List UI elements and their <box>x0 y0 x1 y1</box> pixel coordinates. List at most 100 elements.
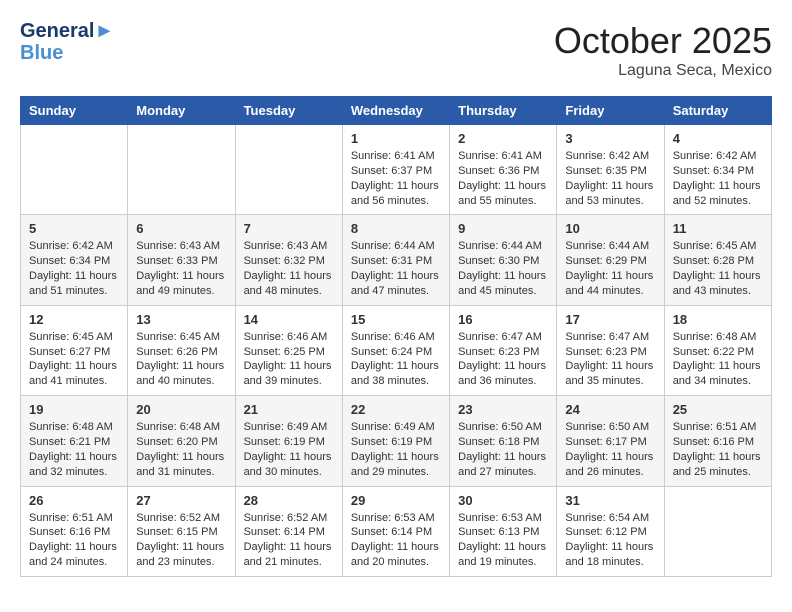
calendar-day-18: 18Sunrise: 6:48 AMSunset: 6:22 PMDayligh… <box>664 305 771 395</box>
day-number: 9 <box>458 221 548 236</box>
logo-text: General► <box>20 20 114 42</box>
day-number: 6 <box>136 221 226 236</box>
day-number: 26 <box>29 493 119 508</box>
day-info-line: Sunset: 6:14 PM <box>351 525 441 540</box>
day-info-line: Sunset: 6:33 PM <box>136 254 226 269</box>
day-info-line: Daylight: 11 hours and 40 minutes. <box>136 359 226 389</box>
calendar-day-29: 29 Sunrise: 6:53 AMSunset: 6:14 PMDayligh… <box>342 486 449 576</box>
day-info-line: Sunrise: 6:47 AM <box>565 330 655 345</box>
day-number: 14 <box>244 312 334 327</box>
calendar-day-5: 5Sunrise: 6:42 AMSunset: 6:34 PMDaylight… <box>21 215 128 305</box>
day-info-line: Sunrise: 6:50 AM <box>565 420 655 435</box>
title-section: October 2025 Laguna Seca, Mexico <box>554 20 772 80</box>
calendar-day-14: 14Sunrise: 6:46 AMSunset: 6:25 PMDayligh… <box>235 305 342 395</box>
day-info-line: Daylight: 11 hours and 55 minutes. <box>458 179 548 209</box>
calendar-day-24: 24Sunrise: 6:50 AMSunset: 6:17 PMDayligh… <box>557 396 664 486</box>
day-info-line: Sunrise: 6:49 AM <box>351 420 441 435</box>
day-header-monday: Monday <box>128 97 235 125</box>
day-info-line: Sunrise: 6:45 AM <box>136 330 226 345</box>
day-header-friday: Friday <box>557 97 664 125</box>
day-info-line: Daylight: 11 hours and 35 minutes. <box>565 359 655 389</box>
day-number: 23 <box>458 402 548 417</box>
day-number: 25 <box>673 402 763 417</box>
calendar-week-row: 19Sunrise: 6:48 AMSunset: 6:21 PMDayligh… <box>21 396 772 486</box>
day-number: 28 <box>244 493 334 508</box>
day-info-line: Daylight: 11 hours and 38 minutes. <box>351 359 441 389</box>
day-number: 16 <box>458 312 548 327</box>
day-info-line: Sunrise: 6:41 AM <box>351 149 441 164</box>
day-header-saturday: Saturday <box>664 97 771 125</box>
day-info-line: Daylight: 11 hours and 29 minutes. <box>351 450 441 480</box>
day-info-line: Sunset: 6:17 PM <box>565 435 655 450</box>
day-info-line: Sunrise: 6:54 AM <box>565 511 655 526</box>
day-header-sunday: Sunday <box>21 97 128 125</box>
day-info-line: Daylight: 11 hours and 52 minutes. <box>673 179 763 209</box>
day-info-line: Sunset: 6:12 PM <box>565 525 655 540</box>
day-number: 22 <box>351 402 441 417</box>
day-number: 27 <box>136 493 226 508</box>
calendar-day-2: 2Sunrise: 6:41 AMSunset: 6:36 PMDaylight… <box>450 125 557 215</box>
day-info-line: Sunset: 6:23 PM <box>458 345 548 360</box>
day-info-line: Sunrise: 6:48 AM <box>136 420 226 435</box>
day-number: 4 <box>673 131 763 146</box>
calendar-day-3: 3Sunrise: 6:42 AMSunset: 6:35 PMDaylight… <box>557 125 664 215</box>
day-info-line: Daylight: 11 hours and 53 minutes. <box>565 179 655 209</box>
day-info-line: Sunset: 6:16 PM <box>673 435 763 450</box>
day-info-line: Sunset: 6:34 PM <box>29 254 119 269</box>
day-info-line: Sunrise: 6:44 AM <box>565 239 655 254</box>
day-number: 18 <box>673 312 763 327</box>
day-number: 13 <box>136 312 226 327</box>
day-info-line: Sunset: 6:13 PM <box>458 525 548 540</box>
day-info-line: Sunset: 6:35 PM <box>565 164 655 179</box>
calendar-day-17: 17Sunrise: 6:47 AMSunset: 6:23 PMDayligh… <box>557 305 664 395</box>
calendar-day-6: 6Sunrise: 6:43 AMSunset: 6:33 PMDaylight… <box>128 215 235 305</box>
day-info-line: Sunrise: 6:52 AM <box>244 511 334 526</box>
day-info-line: Daylight: 11 hours and 24 minutes. <box>29 540 119 570</box>
day-info-line: Sunset: 6:34 PM <box>673 164 763 179</box>
day-info-line: Daylight: 11 hours and 48 minutes. <box>244 269 334 299</box>
day-number: 24 <box>565 402 655 417</box>
day-number: 11 <box>673 221 763 236</box>
day-number: 3 <box>565 131 655 146</box>
calendar-day-13: 13 Sunrise: 6:45 AMSunset: 6:26 PMDayligh… <box>128 305 235 395</box>
calendar-day-31: 31Sunrise: 6:54 AMSunset: 6:12 PMDayligh… <box>557 486 664 576</box>
day-info-line: Sunrise: 6:41 AM <box>458 149 548 164</box>
calendar-day-15: 15Sunrise: 6:46 AMSunset: 6:24 PMDayligh… <box>342 305 449 395</box>
day-info-line: Sunrise: 6:47 AM <box>458 330 548 345</box>
day-number: 8 <box>351 221 441 236</box>
day-info-line: Daylight: 11 hours and 56 minutes. <box>351 179 441 209</box>
day-info-line: Sunset: 6:36 PM <box>458 164 548 179</box>
calendar-day-26: 26 Sunrise: 6:51 AMSunset: 6:16 PMDayligh… <box>21 486 128 576</box>
calendar-day-27: 27Sunrise: 6:52 AMSunset: 6:15 PMDayligh… <box>128 486 235 576</box>
day-info-line: Sunset: 6:37 PM <box>351 164 441 179</box>
day-info-line: Sunset: 6:26 PM <box>136 345 226 360</box>
calendar-day-23: 23 Sunrise: 6:50 AMSunset: 6:18 PMDayligh… <box>450 396 557 486</box>
calendar-day-28: 28Sunrise: 6:52 AMSunset: 6:14 PMDayligh… <box>235 486 342 576</box>
day-info-line: Sunrise: 6:53 AM <box>351 511 441 526</box>
day-info-line: Daylight: 11 hours and 19 minutes. <box>458 540 548 570</box>
calendar-day-empty <box>128 125 235 215</box>
day-info-line: Sunset: 6:18 PM <box>458 435 548 450</box>
calendar-day-empty <box>664 486 771 576</box>
calendar-week-row: 5Sunrise: 6:42 AMSunset: 6:34 PMDaylight… <box>21 215 772 305</box>
day-number: 30 <box>458 493 548 508</box>
calendar-day-20: 20Sunrise: 6:48 AMSunset: 6:20 PMDayligh… <box>128 396 235 486</box>
month-title: October 2025 <box>554 20 772 62</box>
calendar-day-25: 25Sunrise: 6:51 AMSunset: 6:16 PMDayligh… <box>664 396 771 486</box>
calendar-day-8: 8Sunrise: 6:44 AMSunset: 6:31 PMDaylight… <box>342 215 449 305</box>
day-info-line: Sunrise: 6:50 AM <box>458 420 548 435</box>
day-info-line: Daylight: 11 hours and 31 minutes. <box>136 450 226 480</box>
calendar-day-21: 21Sunrise: 6:49 AMSunset: 6:19 PMDayligh… <box>235 396 342 486</box>
day-info-line: Sunset: 6:32 PM <box>244 254 334 269</box>
calendar-day-7: 7Sunrise: 6:43 AMSunset: 6:32 PMDaylight… <box>235 215 342 305</box>
day-info-line: Sunrise: 6:42 AM <box>29 239 119 254</box>
day-info-line: Daylight: 11 hours and 39 minutes. <box>244 359 334 389</box>
day-info-line: Sunrise: 6:44 AM <box>351 239 441 254</box>
day-info-line: Daylight: 11 hours and 27 minutes. <box>458 450 548 480</box>
day-info-line: Daylight: 11 hours and 20 minutes. <box>351 540 441 570</box>
day-number: 29 <box>351 493 441 508</box>
day-info-line: Sunrise: 6:51 AM <box>29 511 119 526</box>
day-info-line: Sunrise: 6:52 AM <box>136 511 226 526</box>
calendar-day-19: 19Sunrise: 6:48 AMSunset: 6:21 PMDayligh… <box>21 396 128 486</box>
day-info-line: Sunset: 6:16 PM <box>29 525 119 540</box>
